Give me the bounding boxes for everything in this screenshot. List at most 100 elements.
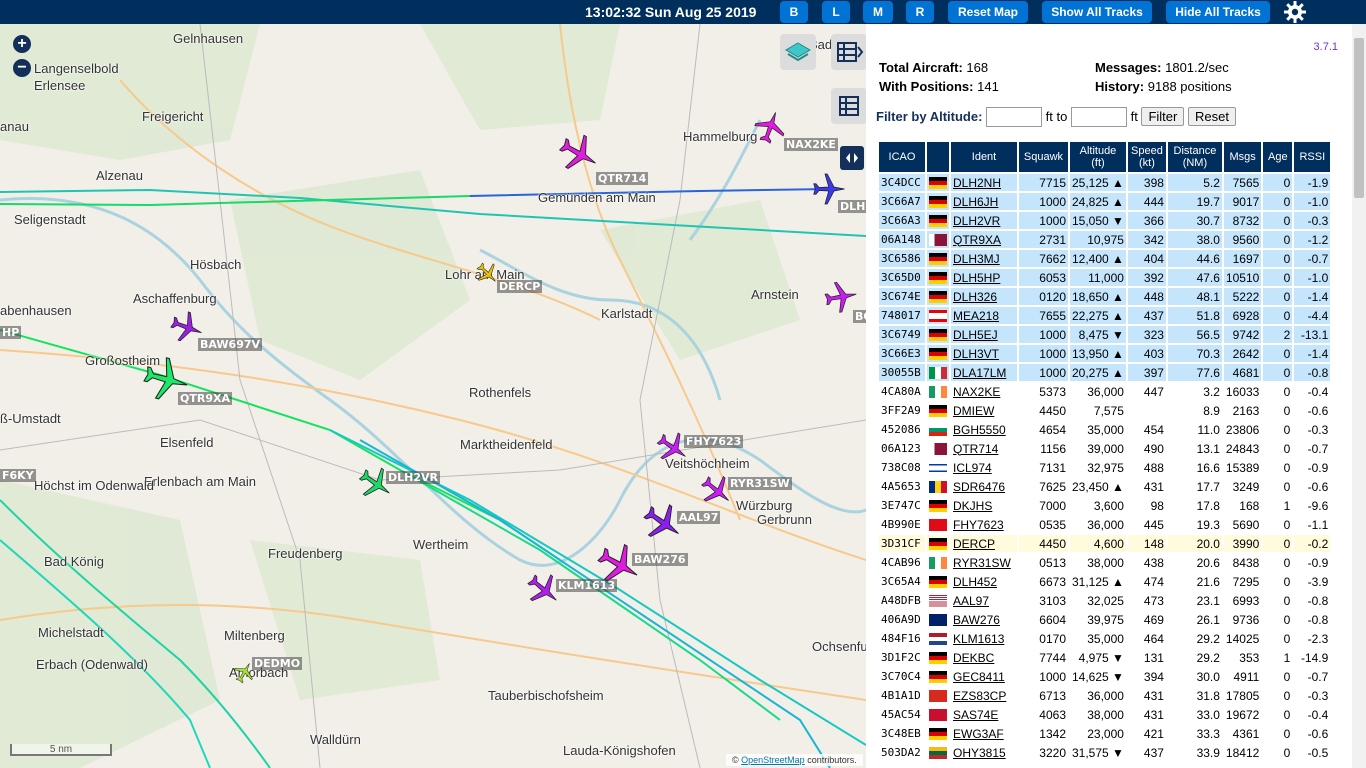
- table-row[interactable]: 452086 BGH5550 4654 35,000 454 11.0 23806 0 -0.3: [879, 421, 1331, 438]
- show-all-tracks-button[interactable]: Show All Tracks: [1042, 1, 1152, 23]
- column-age[interactable]: Age: [1263, 142, 1293, 172]
- base-layer-b-button[interactable]: B: [780, 1, 808, 23]
- table-row[interactable]: 3C65A4 DLH452 6673 31,125 ▲ 474 21.6 7295 0 -3.9: [879, 573, 1331, 590]
- ident-link[interactable]: KLM1613: [953, 632, 1004, 646]
- table-row[interactable]: 30055B DLA17LM 1000 20,275 ▲ 397 77.6 4681 0 -0.…: [879, 364, 1331, 381]
- ident-link[interactable]: DLH326: [953, 290, 997, 304]
- ident-link[interactable]: MEA218: [953, 309, 999, 323]
- hide-all-tracks-button[interactable]: Hide All Tracks: [1166, 1, 1270, 23]
- aircraft-label[interactable]: HP: [0, 326, 22, 339]
- ident-link[interactable]: DLH6JH: [953, 195, 998, 209]
- ident-link[interactable]: DLH5EJ: [953, 328, 998, 342]
- ident-link[interactable]: DLH2VR: [953, 214, 1000, 228]
- table-row[interactable]: 484F16 KLM1613 0170 35,000 464 29.2 14025 0 -2.3: [879, 630, 1331, 647]
- altitude-min-input[interactable]: [986, 107, 1043, 127]
- aircraft-label[interactable]: BO: [853, 310, 866, 323]
- ident-link[interactable]: ICL974: [953, 461, 992, 475]
- table-row[interactable]: 3C48EB EWG3AF 1342 23,000 421 33.3 4361 0 -0.6: [879, 725, 1331, 742]
- table-row[interactable]: 45AC54 SAS74E 4063 38,000 431 33.0 19672 0 -0.4: [879, 706, 1331, 723]
- table-row[interactable]: 3C66A3 DLH2VR 1000 15,050 ▼ 366 30.7 8732 0 -0.3: [879, 212, 1331, 229]
- aircraft-label[interactable]: DERCP: [497, 280, 543, 293]
- ident-link[interactable]: DERCP: [953, 537, 995, 551]
- sidebar-toggle-button[interactable]: [840, 146, 864, 170]
- ident-link[interactable]: QTR9XA: [953, 233, 1001, 247]
- table-row[interactable]: 748017 MEA218 7655 22,275 ▲ 437 51.8 6928 0 -4.4: [879, 307, 1331, 324]
- aircraft-label[interactable]: DEDMO: [252, 657, 303, 670]
- ident-link[interactable]: DKJHS: [953, 499, 992, 513]
- ident-link[interactable]: DLH5HP: [953, 271, 1000, 285]
- column-rssi[interactable]: RSSI: [1294, 142, 1331, 172]
- table-row[interactable]: 4A5653 SDR6476 7625 23,450 ▲ 431 17.7 3249 0 -0.…: [879, 478, 1331, 495]
- table-row[interactable]: 3C66E3 DLH3VT 1000 13,950 ▲ 403 70.3 2642 0 -1.4: [879, 345, 1331, 362]
- filter-button[interactable]: Filter: [1141, 107, 1185, 126]
- table-row[interactable]: A48DFB AAL97 3103 32,025 473 23.1 6993 0 -0.8: [879, 592, 1331, 609]
- aircraft-label[interactable]: BAW276: [632, 553, 688, 566]
- ident-link[interactable]: SDR6476: [953, 480, 1005, 494]
- ident-link[interactable]: AAL97: [953, 594, 989, 608]
- table-row[interactable]: 3C66A7 DLH6JH 1000 24,825 ▲ 444 19.7 9017 0 -1.0: [879, 193, 1331, 210]
- ident-link[interactable]: BGH5550: [953, 423, 1006, 437]
- column-flag[interactable]: [927, 142, 949, 172]
- aircraft-label[interactable]: DLH2VR: [386, 471, 440, 484]
- column-distance[interactable]: Distance (NM): [1167, 142, 1222, 172]
- aircraft-label[interactable]: QTR714: [596, 172, 649, 185]
- ident-link[interactable]: DLH3MJ: [953, 252, 1000, 266]
- reset-filter-button[interactable]: Reset: [1187, 107, 1236, 126]
- aircraft-marker-icon[interactable]: [556, 131, 600, 175]
- aircraft-label[interactable]: AAL97: [677, 511, 721, 524]
- aircraft-label[interactable]: KLM1613: [556, 579, 618, 592]
- table-row[interactable]: 4B990E FHY7623 0535 36,000 445 19.3 5690 0 -1.1: [879, 516, 1331, 533]
- aircraft-label[interactable]: RYR31SW: [728, 477, 792, 490]
- column-squawk[interactable]: Squawk: [1019, 142, 1068, 172]
- table-row[interactable]: 06A148 QTR9XA 2731 10,975 342 38.0 9560 0 -1.2: [879, 231, 1331, 248]
- table-row[interactable]: 3FF2A9 DMIEW 4450 7,575 8.9 2163 0 -0.6: [879, 402, 1331, 419]
- table-row[interactable]: 06A123 QTR714 1156 39,000 490 13.1 24843 0 -0.7: [879, 440, 1331, 457]
- table-row[interactable]: 3C6586 DLH3MJ 7662 12,400 ▲ 404 44.6 1697 0 -0.7: [879, 250, 1331, 267]
- zoom-in-icon[interactable]: +: [13, 35, 31, 53]
- table-row[interactable]: 738C08 ICL974 7131 32,975 488 16.6 15389 0 -0.9: [879, 459, 1331, 476]
- table-row[interactable]: 3E747C DKJHS 7000 3,600 98 17.8 168 1 -9.6: [879, 497, 1331, 514]
- zoom-out-icon[interactable]: −: [13, 59, 31, 77]
- ident-link[interactable]: DLH2NH: [953, 176, 1001, 190]
- ident-link[interactable]: DLH452: [953, 575, 997, 589]
- base-layer-m-button[interactable]: M: [863, 1, 893, 23]
- ident-link[interactable]: EWG3AF: [953, 727, 1004, 741]
- table-row[interactable]: 406A9D BAW276 6604 39,975 469 26.1 9736 0 -0.8: [879, 611, 1331, 628]
- openstreetmap-link[interactable]: OpenStreetMap: [741, 755, 805, 765]
- column-ident[interactable]: Ident: [951, 142, 1017, 172]
- altitude-max-input[interactable]: [1070, 107, 1127, 127]
- column-icao[interactable]: ICAO: [879, 142, 925, 172]
- table-row[interactable]: 3C70C4 GEC8411 1000 14,625 ▼ 394 30.0 4911 0 -0.…: [879, 668, 1331, 685]
- base-layer-r-button[interactable]: R: [906, 1, 934, 23]
- map[interactable]: Gelnhausen Langenselbold Erlensee anau F…: [0, 24, 866, 768]
- table-expand-button[interactable]: [831, 34, 866, 70]
- aircraft-label[interactable]: BAW697V: [198, 338, 263, 351]
- column-speed[interactable]: Speed (kt): [1127, 142, 1166, 172]
- ident-link[interactable]: GEC8411: [953, 670, 1005, 684]
- base-layer-l-button[interactable]: L: [822, 1, 850, 23]
- table-row[interactable]: 3C4DCC DLH2NH 7715 25,125 ▲ 398 5.2 7565 0 -1.9: [879, 174, 1331, 191]
- table-row[interactable]: 3D1F2C DEKBC 7744 4,975 ▼ 131 29.2 353 1 -14.9: [879, 649, 1331, 666]
- ident-link[interactable]: BAW276: [953, 613, 1000, 627]
- table-row[interactable]: 4CA80A NAX2KE 5373 36,000 447 3.2 16033 0 -0.4: [879, 383, 1331, 400]
- table-row[interactable]: 3C65D0 DLH5HP 6053 11,000 392 47.6 10510 0 -1.0: [879, 269, 1331, 286]
- ident-link[interactable]: DMIEW: [953, 404, 994, 418]
- aircraft-label[interactable]: NAX2KE: [784, 138, 838, 151]
- table-toggle-button[interactable]: [831, 88, 866, 124]
- aircraft-label[interactable]: DLH: [838, 200, 866, 213]
- ident-link[interactable]: SAS74E: [953, 708, 998, 722]
- column-msgs[interactable]: Msgs: [1223, 142, 1262, 172]
- table-row[interactable]: 4CAB96 RYR31SW 0513 38,000 438 20.6 8438 0 -0.9: [879, 554, 1331, 571]
- table-row[interactable]: 3C6749 DLH5EJ 1000 8,475 ▼ 323 56.5 9742 2 -13.1: [879, 326, 1331, 343]
- aircraft-label[interactable]: QTR9XA: [178, 392, 232, 405]
- column-altitude[interactable]: Altitude (ft): [1070, 142, 1126, 172]
- ident-link[interactable]: FHY7623: [953, 518, 1004, 532]
- table-row[interactable]: 503DA2 OHY3815 3220 31,575 ▼ 437 33.9 18412 0 -0…: [879, 744, 1331, 761]
- aircraft-label[interactable]: FHY7623: [684, 435, 744, 448]
- aircraft-marker-icon[interactable]: [752, 110, 788, 146]
- layers-button[interactable]: [780, 34, 816, 70]
- ident-link[interactable]: NAX2KE: [953, 385, 1000, 399]
- ident-link[interactable]: DLA17LM: [953, 366, 1006, 380]
- ident-link[interactable]: QTR714: [953, 442, 998, 456]
- reset-map-button[interactable]: Reset Map: [948, 1, 1028, 23]
